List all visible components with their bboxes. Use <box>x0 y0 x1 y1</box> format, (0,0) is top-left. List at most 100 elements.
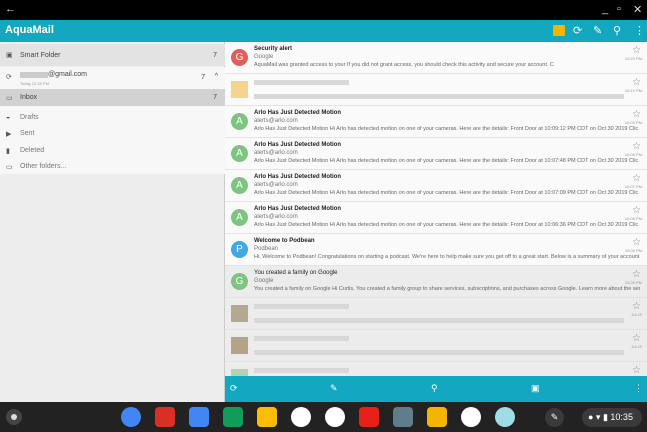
message-time: 10:07 PM <box>624 184 642 189</box>
message-preview: AquaMail was granted access to your If y… <box>254 62 554 68</box>
calendar-icon[interactable] <box>553 25 565 36</box>
redacted-preview <box>254 350 624 355</box>
folder-drafts[interactable]: ◒ Drafts <box>0 110 225 127</box>
message-preview: Arlo Has Just Detected Motion Hi Arlo ha… <box>254 222 639 228</box>
message-subject: Arlo Has Just Detected Motion <box>254 206 342 212</box>
folder-label: Other folders... <box>20 163 67 170</box>
star-icon[interactable]: ☆ <box>632 237 641 248</box>
search-icon[interactable]: ⚲ <box>431 383 438 394</box>
refresh-icon[interactable]: ⟳ <box>230 383 238 394</box>
star-icon[interactable]: ☆ <box>632 141 641 152</box>
message-subject: Security alert <box>254 46 293 52</box>
folder-inbox[interactable]: ▭ Inbox 7 <box>0 89 225 106</box>
shelf-app-docs[interactable] <box>189 407 209 427</box>
star-icon[interactable]: ☆ <box>632 365 641 376</box>
minimize-button[interactable]: _ <box>602 3 608 15</box>
shelf-app-gmail[interactable] <box>155 407 175 427</box>
message-sender: alerts@arlo.com <box>254 182 298 188</box>
os-shelf: ✎ ● ▾ ▮ 10:35 <box>0 402 647 432</box>
close-button[interactable]: ✕ <box>633 3 642 16</box>
shelf-app-youtube[interactable] <box>359 407 379 427</box>
avatar: G <box>231 49 248 66</box>
message-row[interactable]: ☆ 10:19 PM <box>225 74 647 106</box>
redacted-preview <box>254 318 624 323</box>
message-row[interactable]: G You created a family on Google Google You… <box>225 266 647 298</box>
more-icon[interactable]: ⋮ <box>634 24 645 37</box>
account-email: @gmail.com <box>48 71 88 78</box>
shelf-app-photos[interactable] <box>291 407 311 427</box>
avatar: A <box>231 145 248 162</box>
clock: 10:35 <box>610 412 633 422</box>
star-icon[interactable]: ☆ <box>632 301 641 312</box>
message-row[interactable]: A Arlo Has Just Detected Motion alerts@arl… <box>225 170 647 202</box>
message-subject: Arlo Has Just Detected Motion <box>254 110 342 116</box>
message-row[interactable]: A Arlo Has Just Detected Motion alerts@arl… <box>225 106 647 138</box>
compose-icon[interactable]: ✎ <box>593 24 602 37</box>
message-row[interactable]: G Security alert Google AquaMail was grante… <box>225 42 647 74</box>
stylus-icon[interactable]: ✎ <box>545 408 564 427</box>
shelf-app-info[interactable] <box>461 407 481 427</box>
message-row[interactable]: P Welcome to Podbean Podbean Hi, Welcome to… <box>225 234 647 266</box>
avatar: P <box>231 241 248 258</box>
search-icon[interactable]: ⚲ <box>613 24 621 37</box>
folder-count: 7 <box>213 94 217 101</box>
avatar: A <box>231 113 248 130</box>
launcher-button[interactable] <box>6 409 22 425</box>
refresh-icon[interactable]: ⟳ <box>573 24 582 37</box>
message-row[interactable]: A Arlo Has Just Detected Motion alerts@arl… <box>225 202 647 234</box>
folder-sidebar: ▣ Smart Folder 7 ⟳ @gmail.com Today 12:3… <box>0 42 225 402</box>
message-sender: Google <box>254 54 274 60</box>
message-subject: Arlo Has Just Detected Motion <box>254 174 342 180</box>
redacted-email <box>20 72 48 78</box>
folder-deleted[interactable]: ▮ Deleted <box>0 143 225 160</box>
message-time: Jul 29 <box>631 344 642 349</box>
back-button[interactable]: ← <box>5 3 16 15</box>
shelf-app-calculator[interactable] <box>393 407 413 427</box>
shelf-app-drive[interactable] <box>257 407 277 427</box>
avatar: A <box>231 177 248 194</box>
inbox-icon: ▭ <box>6 95 13 102</box>
star-icon[interactable]: ☆ <box>632 205 641 216</box>
shelf-app-keep[interactable] <box>427 407 447 427</box>
smart-folder[interactable]: ▣ Smart Folder 7 <box>0 44 225 66</box>
folder-other[interactable]: ▭ Other folders... <box>0 160 225 174</box>
more-icon[interactable]: ⋮ <box>634 383 643 394</box>
message-time: Jul 29 <box>631 312 642 317</box>
star-icon[interactable]: ☆ <box>632 173 641 184</box>
account-count: 7 <box>201 74 205 81</box>
message-time: 10:05 PM <box>624 248 642 253</box>
shelf-app-chrome[interactable] <box>121 407 141 427</box>
compose-icon[interactable]: ✎ <box>330 383 338 394</box>
system-tray[interactable]: ● ▾ ▮ 10:35 <box>582 408 642 427</box>
message-preview: You created a family on Google Hi Curtis… <box>254 286 640 292</box>
star-icon[interactable]: ☆ <box>632 109 641 120</box>
account-row[interactable]: ⟳ @gmail.com Today 12:35 PM 7 ^ <box>0 67 225 89</box>
select-icon[interactable]: ▣ <box>531 383 540 394</box>
folder-label: Inbox <box>20 94 38 101</box>
avatar <box>231 81 248 98</box>
collapse-icon[interactable]: ^ <box>215 73 218 80</box>
smart-folder-icon: ▣ <box>6 52 13 59</box>
message-row[interactable]: A Arlo Has Just Detected Motion alerts@arl… <box>225 138 647 170</box>
star-icon[interactable]: ☆ <box>632 269 641 280</box>
message-sender: Podbean <box>254 246 279 252</box>
message-row[interactable]: ☆ Jul 29 <box>225 330 647 362</box>
message-sender: Google <box>254 278 274 284</box>
smart-folder-label: Smart Folder <box>20 52 61 59</box>
message-preview: Arlo Has Just Detected Motion Hi Arlo ha… <box>254 126 639 132</box>
shelf-app-aquamail[interactable] <box>495 407 515 427</box>
message-row[interactable]: ☆ Jul 29 <box>225 298 647 330</box>
folder-sent[interactable]: ▶ Sent <box>0 126 225 143</box>
message-sender: alerts@arlo.com <box>254 118 298 124</box>
shelf-app-play-store[interactable] <box>325 407 345 427</box>
star-icon[interactable]: ☆ <box>632 333 641 344</box>
message-row[interactable]: ☆ <box>225 362 647 376</box>
star-icon[interactable]: ☆ <box>632 77 641 88</box>
drafts-icon: ◒ <box>6 114 11 121</box>
sync-icon: ⟳ <box>6 74 12 81</box>
maximize-button[interactable]: ▫ <box>617 3 621 15</box>
star-icon[interactable]: ☆ <box>632 45 641 56</box>
shelf-app-sheets[interactable] <box>223 407 243 427</box>
message-time: 10:20 PM <box>624 56 642 61</box>
message-time: 10:19 PM <box>624 88 642 93</box>
